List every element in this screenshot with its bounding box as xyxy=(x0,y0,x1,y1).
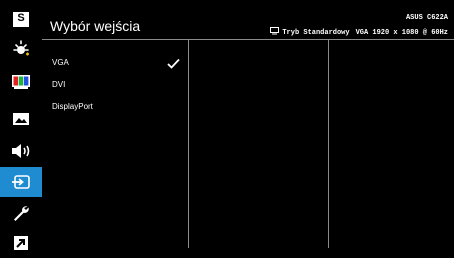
sidebar-item-system-setup[interactable] xyxy=(0,198,42,228)
list-item-vga[interactable]: VGA xyxy=(52,52,180,74)
signal-label: VGA 1920 x 1080 @ 60Hz xyxy=(355,28,448,37)
shortcut-arrow-icon xyxy=(13,235,29,251)
page-title: Wybór wejścia xyxy=(50,18,141,34)
model-name: ASUS C622A xyxy=(405,14,448,22)
input-label: VGA xyxy=(52,58,69,67)
column-divider-2 xyxy=(328,40,329,248)
input-list: VGA DVI DisplayPort xyxy=(52,52,180,118)
sidebar-item-sound[interactable] xyxy=(0,136,42,166)
list-item-dvi[interactable]: DVI xyxy=(52,74,180,96)
sidebar-item-color[interactable] xyxy=(0,67,42,97)
input-label: DVI xyxy=(52,80,66,89)
sidebar: S xyxy=(0,0,42,254)
sidebar-item-input-select[interactable] xyxy=(0,167,42,197)
splendid-s-icon: S xyxy=(13,11,29,27)
blue-light-filter-icon xyxy=(11,39,31,59)
sidebar-item-blue-light[interactable] xyxy=(0,34,42,64)
osd-menu: S Wybór wejścia ASUS C622A Tryb Standard… xyxy=(0,0,454,254)
speaker-icon xyxy=(10,143,32,159)
sidebar-item-image[interactable] xyxy=(0,104,42,134)
color-bars-icon xyxy=(11,74,31,90)
main-panel: Wybór wejścia ASUS C622A Tryb Standardow… xyxy=(42,0,454,254)
column-divider-1 xyxy=(188,40,189,248)
mode-label: Tryb Standardowy xyxy=(282,28,350,37)
mode-indicator: Tryb Standardowy xyxy=(270,27,350,38)
status-line: Tryb Standardowy VGA 1920 x 1080 @ 60Hz xyxy=(270,27,448,38)
wrench-icon xyxy=(12,204,30,222)
sidebar-item-splendid[interactable]: S xyxy=(0,4,42,34)
image-icon xyxy=(12,112,30,126)
list-item-displayport[interactable]: DisplayPort xyxy=(52,96,180,118)
header-divider xyxy=(42,39,454,40)
input-label: DisplayPort xyxy=(52,102,93,111)
input-select-icon xyxy=(11,174,31,190)
monitor-icon xyxy=(270,27,280,38)
